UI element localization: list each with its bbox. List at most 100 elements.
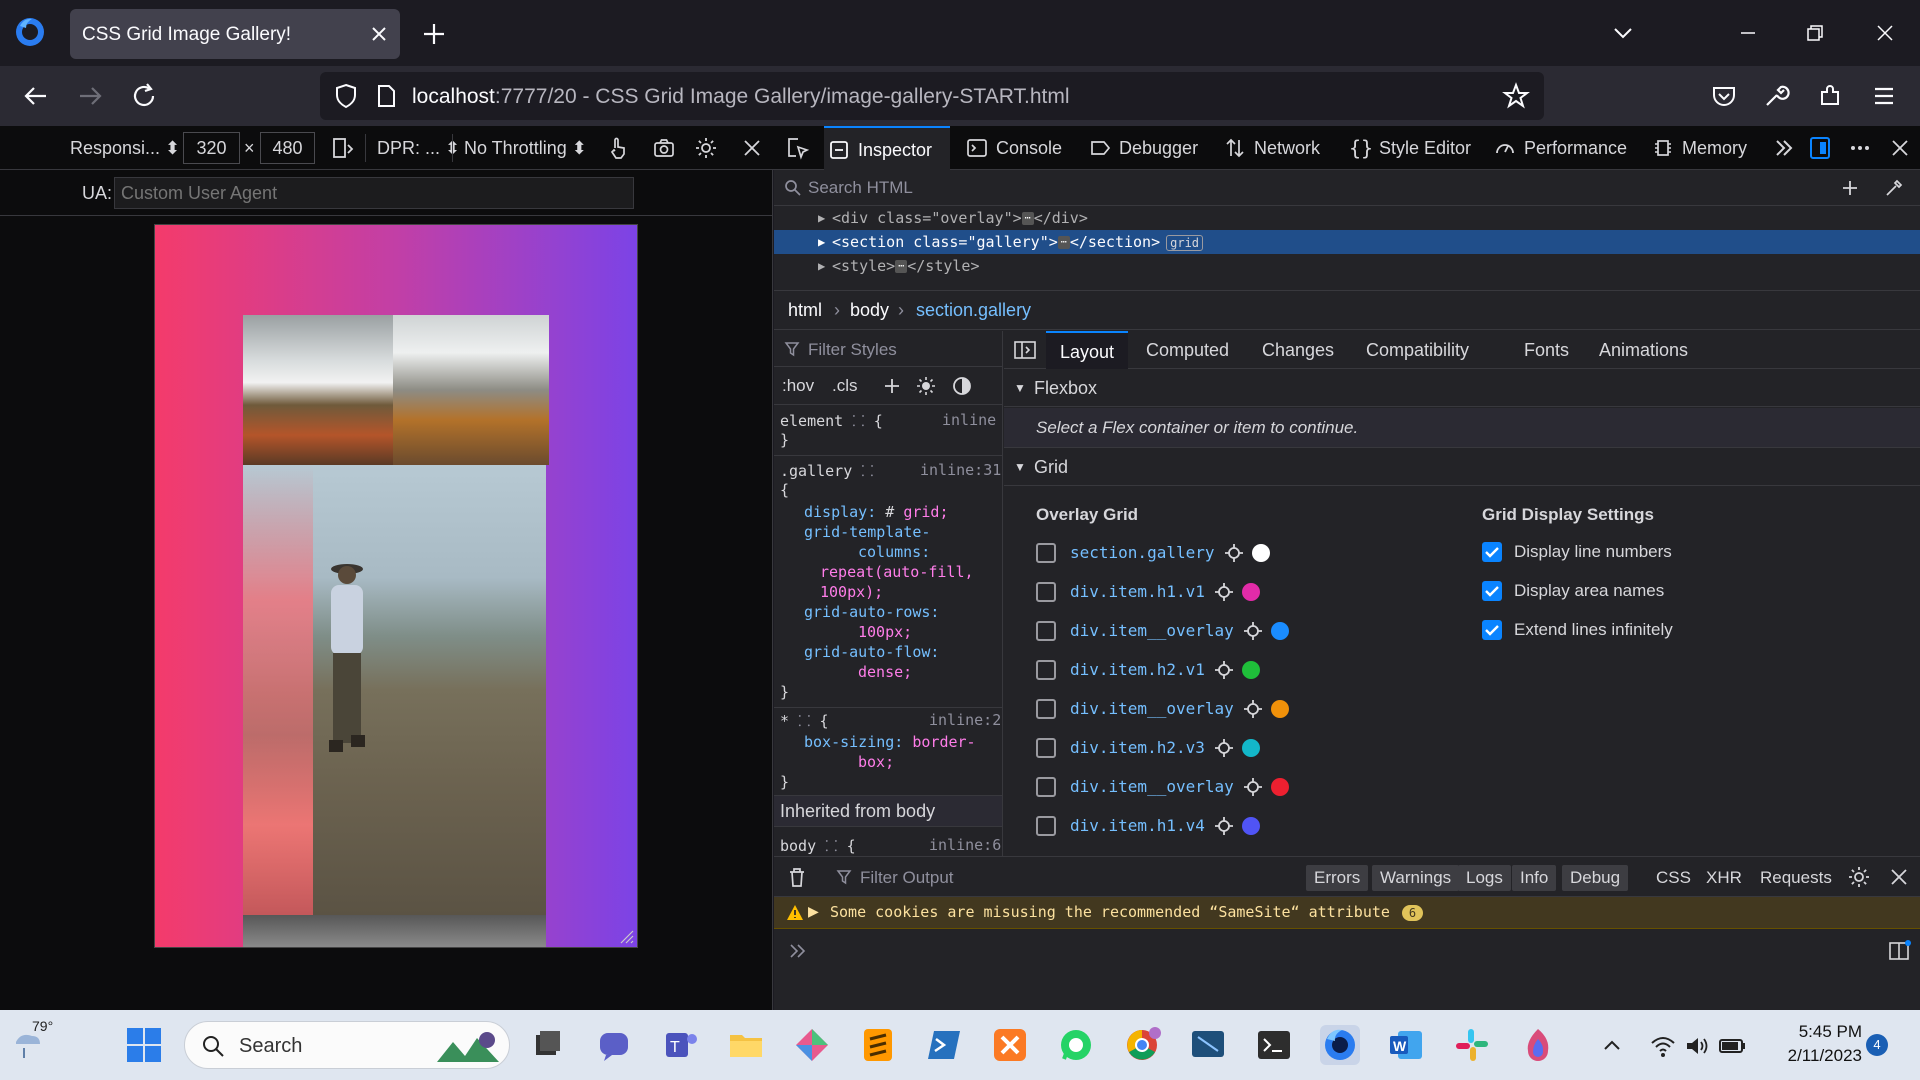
console-warning-row[interactable]: ▶ Some cookies are misusing the recommen… xyxy=(774,897,1920,929)
slack-icon[interactable] xyxy=(1452,1025,1492,1065)
filter-styles-input[interactable]: Filter Styles xyxy=(808,340,897,360)
tab-network[interactable]: Network xyxy=(1220,126,1320,170)
tracking-protection-shield-icon[interactable] xyxy=(332,82,360,110)
filter-debug-button[interactable]: Debug xyxy=(1562,865,1629,891)
task-view-icon[interactable] xyxy=(528,1025,568,1065)
light-scheme-sun-icon[interactable] xyxy=(916,376,936,396)
grid-highlighter-icon[interactable]: ⸬ xyxy=(861,462,873,480)
more-tools-chevron-icon[interactable] xyxy=(1772,136,1796,160)
grid-section-header[interactable]: ▼ Grid xyxy=(1004,448,1920,486)
grid-color-swatch[interactable] xyxy=(1241,817,1260,835)
firefox-developer-icon[interactable] xyxy=(1320,1025,1360,1065)
rule-body-header[interactable]: body ⸬ { xyxy=(780,836,856,856)
pocket-icon[interactable] xyxy=(1708,80,1740,112)
touch-simulation-icon[interactable] xyxy=(606,136,630,160)
close-console-icon[interactable] xyxy=(1888,866,1910,888)
system-clock[interactable]: 5:45 PM 2/11/2023 xyxy=(1752,1020,1862,1068)
volume-icon[interactable] xyxy=(1684,1033,1710,1059)
editor-mode-toggle-icon[interactable] xyxy=(1888,939,1912,963)
whatsapp-icon[interactable] xyxy=(1056,1025,1096,1065)
tab-debugger[interactable]: Debugger xyxy=(1085,126,1198,170)
overflow-menu-icon[interactable] xyxy=(1848,136,1872,160)
rule-star-header[interactable]: * ⸬ { xyxy=(780,711,829,731)
grid-color-swatch[interactable] xyxy=(1270,778,1289,796)
remote-desktop-icon[interactable] xyxy=(1188,1025,1228,1065)
rdm-settings-gear-icon[interactable] xyxy=(694,136,718,160)
tab-layout[interactable]: Layout xyxy=(1046,331,1129,369)
markup-node-gallery[interactable]: ▶ <section class="gallery"> ⋯ </section> gr… xyxy=(774,230,1920,254)
checkbox-unchecked-icon[interactable] xyxy=(1036,738,1056,758)
notification-count-badge[interactable]: 4 xyxy=(1866,1034,1888,1056)
restore-icon[interactable] xyxy=(1802,20,1828,46)
property-value[interactable]: 100px); xyxy=(820,583,883,601)
expand-triangle-icon[interactable]: ▶ xyxy=(818,206,825,230)
reload-icon[interactable] xyxy=(128,80,160,112)
rule-source-link[interactable]: inline xyxy=(942,411,996,429)
filter-css-button[interactable]: CSS xyxy=(1648,865,1699,891)
firefox-nightly-icon[interactable] xyxy=(1518,1025,1558,1065)
filter-info-button[interactable]: Info xyxy=(1512,865,1557,891)
dark-scheme-icon[interactable] xyxy=(952,376,972,396)
checkbox-checked-icon[interactable] xyxy=(1482,542,1502,562)
property-value[interactable]: 100px; xyxy=(858,623,912,641)
flexbox-section-header[interactable]: ▼ Flexbox xyxy=(1004,369,1920,407)
property-value[interactable]: dense; xyxy=(858,663,912,681)
forward-icon[interactable] xyxy=(74,80,106,112)
grid-color-swatch[interactable] xyxy=(1251,544,1270,562)
expand-triangle-icon[interactable]: ▶ xyxy=(818,230,825,254)
battery-icon[interactable] xyxy=(1718,1033,1746,1059)
device-viewport[interactable] xyxy=(155,225,637,947)
tab-memory[interactable]: Memory xyxy=(1648,126,1747,170)
checkbox-unchecked-icon[interactable] xyxy=(1036,543,1056,563)
pinned-app-diamond-icon[interactable] xyxy=(792,1025,832,1065)
windows-start-icon[interactable] xyxy=(124,1025,164,1065)
add-node-icon[interactable] xyxy=(1840,178,1860,198)
viewport-height-input[interactable]: 480 xyxy=(260,132,315,164)
declaration-box-sizing[interactable]: box-sizing: border- xyxy=(804,733,976,751)
highlight-element-target-icon[interactable] xyxy=(1214,738,1234,758)
wifi-icon[interactable] xyxy=(1650,1033,1676,1059)
grid-color-swatch[interactable] xyxy=(1270,700,1289,718)
viewport-width-input[interactable]: 320 xyxy=(183,132,240,164)
tab-computed[interactable]: Computed xyxy=(1146,331,1229,369)
bookmark-star-icon[interactable] xyxy=(1502,82,1530,110)
dpr-selector[interactable]: DPR: ... ⬍ xyxy=(377,134,460,162)
grid-highlighter-icon[interactable]: ⸬ xyxy=(852,412,864,430)
tab-performance[interactable]: Performance xyxy=(1490,126,1627,170)
highlight-element-target-icon[interactable] xyxy=(1214,582,1234,602)
checkbox-unchecked-icon[interactable] xyxy=(1036,582,1056,602)
menu-icon[interactable] xyxy=(1868,80,1900,112)
console-input[interactable] xyxy=(900,937,1860,967)
checkbox-unchecked-icon[interactable] xyxy=(1036,660,1056,680)
collapsed-dots-badge[interactable]: ⋯ xyxy=(895,260,908,273)
new-tab-icon[interactable] xyxy=(420,20,448,48)
minimize-icon[interactable] xyxy=(1735,20,1761,46)
firefox-logo-icon[interactable] xyxy=(14,16,46,48)
grid-color-swatch[interactable] xyxy=(1270,622,1289,640)
extensions-icon[interactable] xyxy=(1814,80,1846,112)
url-text[interactable]: localhost:7777/20 - CSS Grid Image Galle… xyxy=(412,85,1070,109)
add-rule-icon[interactable] xyxy=(882,376,902,396)
tab-console[interactable]: Console xyxy=(962,126,1062,170)
collapsed-dots-badge[interactable]: ⋯ xyxy=(1057,236,1070,249)
eyedropper-icon[interactable] xyxy=(1884,178,1904,198)
tab-inspector[interactable]: Inspector xyxy=(824,126,950,170)
property-name[interactable]: columns: xyxy=(858,543,930,561)
highlight-element-target-icon[interactable] xyxy=(1243,621,1263,641)
expand-triangle-icon[interactable]: ▶ xyxy=(818,254,825,278)
grid-toggle-icon[interactable]: # xyxy=(885,503,894,521)
user-agent-input[interactable] xyxy=(114,177,634,209)
word-icon[interactable]: W xyxy=(1386,1025,1426,1065)
list-all-tabs-icon[interactable] xyxy=(1610,20,1636,46)
browser-tab[interactable]: CSS Grid Image Gallery! xyxy=(70,9,400,59)
console-settings-gear-icon[interactable] xyxy=(1848,866,1870,888)
viewport-resize-handle-icon[interactable] xyxy=(617,927,635,945)
highlight-element-target-icon[interactable] xyxy=(1224,543,1244,563)
chrome-icon[interactable] xyxy=(1122,1025,1162,1065)
filter-warnings-button[interactable]: Warnings xyxy=(1372,865,1460,891)
breadcrumb-body[interactable]: body xyxy=(850,291,889,329)
checkbox-unchecked-icon[interactable] xyxy=(1036,699,1056,719)
throttling-selector[interactable]: No Throttling ⬍ xyxy=(464,134,587,162)
grid-highlighter-icon[interactable]: ⸬ xyxy=(825,837,837,855)
expand-triangle-icon[interactable]: ▶ xyxy=(808,903,819,920)
